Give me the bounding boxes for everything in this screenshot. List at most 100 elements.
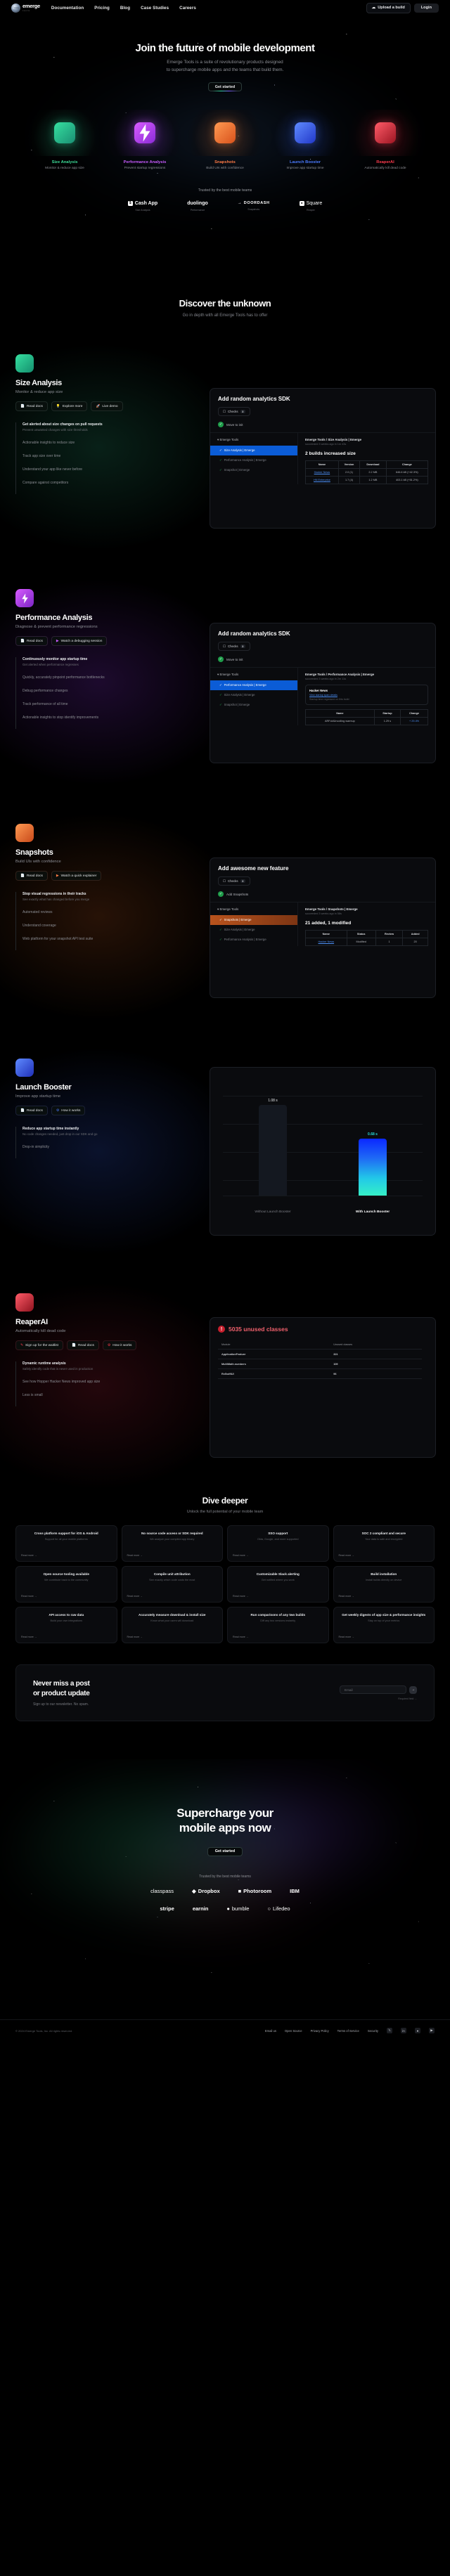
card-link[interactable]: View startup span details [309,694,424,697]
feature-list-item[interactable]: Understand coverage [16,924,188,937]
read-docs-button[interactable]: 📄 Read docs [15,636,48,646]
nav-case-studies[interactable]: Case Studies [141,6,169,11]
product-card-performance-analysis[interactable]: Performance Analysis Prevent startup reg… [106,110,184,170]
dive-card[interactable]: SSO support Okta, Google, and more suppo… [227,1525,329,1562]
sidebar-item-size-analysis[interactable]: ✓ Size Analysis | Emerge [210,925,297,935]
checks-chip[interactable]: ☐ Checks 3 [218,407,250,416]
sidebar-item-snapshots[interactable]: ✓ Snapshots | Emerge [210,915,297,925]
checks-chip[interactable]: ☐ Checks 3 [218,876,250,886]
sidebar-item-size-analysis[interactable]: ✓ Size Analysis | Emerge [210,446,297,455]
read-docs-button[interactable]: 📄 Read docs [15,401,48,411]
footer-link-terms[interactable]: Terms of Service [338,2029,359,2033]
linkedin-icon[interactable]: in [401,2028,406,2033]
sidebar-item-performance-analysis[interactable]: ✓ Performance Analysis | Emerge [210,455,297,465]
card-link[interactable]: Read more → [339,1554,354,1557]
feature-list-item[interactable]: Stop visual regressions in their tracks … [16,892,188,910]
card-link[interactable]: Read more → [21,1554,37,1557]
sidebar-item-performance-analysis[interactable]: ✓ Performance Analysis | Emerge [210,935,297,945]
dive-card[interactable]: Accurately measure download & install si… [121,1607,223,1643]
feature-list-item[interactable]: Reduce app startup time instantly No cod… [16,1127,188,1145]
how-it-works-button[interactable]: ⚙ How it works [102,1340,137,1350]
sidebar-item-size-analysis[interactable]: ✓ Size Analysis | Emerge [210,690,297,700]
how-it-works-button[interactable]: ⚙ How it works [51,1106,86,1115]
product-card-snapshots[interactable]: Snapshots Build UIs with confidence [186,110,264,170]
feature-list-item[interactable]: Get alerted about size changes on pull r… [16,422,188,441]
feature-list-item[interactable]: Understand your app like never before [16,467,188,481]
hero-get-started-button[interactable]: Get started [208,82,242,92]
watch-session-button[interactable]: ▶ Watch a debugging session [51,636,108,646]
arrow-right-icon[interactable]: → [409,1685,417,1694]
feature-list-item[interactable]: Quickly, accurately pinpoint performance… [16,675,188,689]
checks-chip[interactable]: ☐ Checks 3 [218,642,250,651]
feature-list-item[interactable]: Track app size over time [16,454,188,467]
product-card-launch-booster[interactable]: Launch Booster Improve app startup time [266,110,344,170]
card-link[interactable]: Read more → [21,1595,37,1598]
card-link[interactable]: Read more → [233,1636,248,1638]
sidebar-item-snapshot[interactable]: ✓ Snapshot | Emerge [210,700,297,710]
dive-card[interactable]: Get weekly digests of app size & perform… [333,1607,435,1643]
live-demo-button[interactable]: 🚀 Live demo [91,401,123,411]
feature-list-item[interactable]: Web platform for your snapshot API test … [16,937,188,950]
sidebar-item-snapshot[interactable]: ✓ Snapshot | Emerge [210,465,297,475]
read-docs-button[interactable]: 📄 Read docs [15,1106,48,1115]
dive-card[interactable]: Customizable Slack alerting Get notified… [227,1566,329,1603]
feature-list-item[interactable]: Actionable insights to reduce size [16,441,188,454]
build-link[interactable]: HN Enterprise [314,479,330,481]
feature-list-item[interactable]: Actionable insights to stop identify imp… [16,716,188,729]
login-button[interactable]: Login [413,3,439,13]
table-row[interactable]: HN Enterprise 1.7 (4) 1.2 MB 403.1 kB (+… [305,476,429,484]
table-row[interactable]: ARFoldUncoiling warmup 1.29 s + 29.4% [305,717,428,725]
dive-card[interactable]: SOC 2 compliant and secure Your data is … [333,1525,435,1562]
dive-card[interactable]: Compile unit attribution See exactly whi… [121,1566,223,1603]
card-link[interactable]: Read more → [339,1636,354,1638]
footer-link-open-source[interactable]: Open Source [285,2029,302,2033]
footer-link-privacy[interactable]: Privacy Policy [311,2029,329,2033]
feature-list-item[interactable]: Continuously monitor app startup time Ge… [16,657,188,675]
card-link[interactable]: Read more → [127,1636,143,1638]
product-card-size-analysis[interactable]: Size Analysis Monitor & reduce app size [26,110,103,170]
youtube-icon[interactable]: ▶ [429,2028,435,2033]
logo[interactable]: emerge tools [11,3,40,13]
feature-list-item[interactable]: Drop-in simplicity [16,1145,188,1158]
upload-build-button[interactable]: ☁ Upload a build [366,2,411,13]
table-row[interactable]: MultiMath.numbers 109 [218,1359,422,1369]
dive-card[interactable]: Build installation Install builds direct… [333,1566,435,1603]
nav-careers[interactable]: Careers [179,6,196,11]
read-docs-button[interactable]: 📄 Read docs [15,871,48,881]
table-row[interactable]: RxSwiftUI 96 [218,1368,422,1379]
build-link[interactable]: Hacker News [314,471,330,474]
dive-card[interactable]: Open source tooling available We contrib… [15,1566,117,1603]
github-icon[interactable]: ● [415,2028,420,2033]
build-link[interactable]: Hacker News [319,940,335,943]
table-row[interactable]: Hacker News Modified 1 20 [305,938,428,946]
supercharge-get-started-button[interactable]: Get started [207,1846,243,1856]
feature-list-item[interactable]: Compare against competitors [16,481,188,494]
dive-card[interactable]: Run comparisons of any two builds Diff a… [227,1607,329,1643]
twitter-icon[interactable]: 𝕏 [387,2028,392,2033]
nav-documentation[interactable]: Documentation [51,6,84,11]
feature-list-item[interactable]: See how Hopper Hacker News improved app … [16,1380,188,1393]
nav-blog[interactable]: Blog [120,6,130,11]
footer-link-security[interactable]: Security [368,2029,378,2033]
table-row[interactable]: ApplicationFeature 321 [218,1349,422,1359]
waitlist-button[interactable]: ✎ Sign up for the waitlist [15,1340,63,1350]
card-link[interactable]: Read more → [21,1636,37,1638]
dive-card[interactable]: Cross platform support for iOS & Android… [15,1525,117,1562]
card-link[interactable]: Read more → [127,1554,143,1557]
card-link[interactable]: Read more → [127,1595,143,1598]
dive-card[interactable]: No source code access or SDK required We… [121,1525,223,1562]
product-card-reaper-ai[interactable]: ReaperAI Automatically kill dead code [347,110,424,170]
table-row[interactable]: Hacker News 2.0 (1) 2.2 MB 646.6 kB (+42… [305,468,429,477]
watch-explainer-button[interactable]: ▶ Watch a quick explainer [51,871,102,881]
feature-list-item[interactable]: Debug performance changes [16,689,188,702]
card-link[interactable]: Read more → [233,1595,248,1598]
feature-list-item[interactable]: Automated reviews [16,910,188,924]
feature-list-item[interactable]: Track performance of all time [16,702,188,716]
footer-link-email[interactable]: Email us [265,2029,276,2033]
explore-more-button[interactable]: 💡 Explore more [51,401,88,411]
dive-card[interactable]: API access to raw data Build your own in… [15,1607,117,1643]
feature-list-item[interactable]: Less is small [16,1393,188,1406]
feature-list-item[interactable]: Dynamic runtime analysis Safely identify… [16,1361,188,1380]
newsletter-email-input[interactable]: Email [340,1685,406,1694]
read-docs-button[interactable]: 📄 Read docs [66,1340,99,1350]
